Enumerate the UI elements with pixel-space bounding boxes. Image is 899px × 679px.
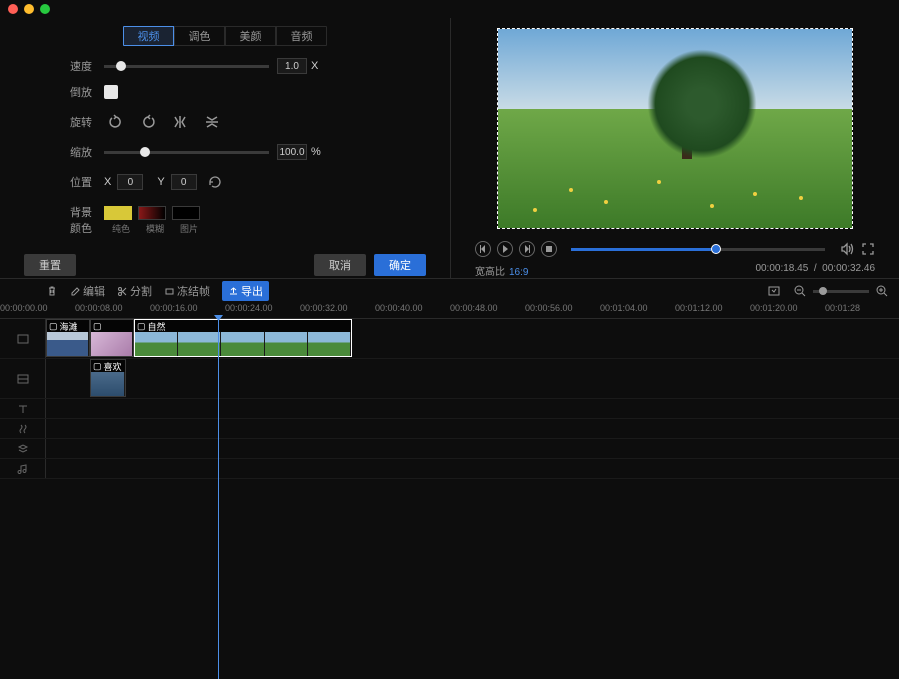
music-track-icon[interactable] (0, 459, 46, 478)
stop-button[interactable] (541, 241, 557, 257)
pos-y-label: Y (157, 176, 164, 188)
tab-beauty[interactable]: 美颜 (225, 26, 276, 46)
ruler-tick: 00:00:24.00 (225, 303, 273, 313)
prev-frame-button[interactable] (475, 241, 491, 257)
pos-x-label: X (104, 176, 111, 188)
ruler-tick: 00:00:40.00 (375, 303, 423, 313)
zoom-out-icon[interactable] (793, 284, 807, 298)
reset-position-icon[interactable] (203, 170, 227, 194)
ruler-tick: 00:01:04.00 (600, 303, 648, 313)
audio-track-icon[interactable] (0, 359, 46, 398)
rotate-label: 旋转 (60, 114, 92, 130)
effect-track-icon[interactable] (0, 419, 46, 438)
zoom-slider[interactable] (813, 290, 869, 293)
ratio-value: 16:9 (509, 267, 528, 278)
tab-color[interactable]: 调色 (174, 26, 225, 46)
ruler-tick: 00:00:08.00 (75, 303, 123, 313)
clip-sea[interactable]: ▢海滩 (46, 319, 90, 357)
ruler-tick: 00:01:28 (825, 303, 860, 313)
flip-vertical-icon[interactable] (200, 110, 224, 134)
window-controls[interactable] (8, 4, 50, 14)
ruler-tick: 00:00:32.00 (300, 303, 348, 313)
tracks: ▢海滩 ▢ ▢自然 ▢喜欢 (0, 319, 899, 479)
scale-input[interactable] (277, 144, 307, 160)
flip-horizontal-icon[interactable] (168, 110, 192, 134)
reset-button[interactable]: 重置 (24, 254, 76, 276)
fullscreen-icon[interactable] (861, 242, 875, 256)
next-frame-button[interactable] (519, 241, 535, 257)
ruler-tick: 00:00:00.00 (0, 303, 48, 313)
pos-y-input[interactable] (171, 174, 197, 190)
video-track-icon[interactable] (0, 319, 46, 358)
time-sep: / (814, 263, 817, 274)
layer-track-icon[interactable] (0, 439, 46, 458)
scale-slider[interactable] (104, 151, 269, 154)
speed-input[interactable] (277, 58, 307, 74)
playhead[interactable] (218, 319, 219, 679)
time-total: 00:00:32.46 (822, 263, 875, 274)
bg-image-swatch[interactable]: 图片 (172, 206, 206, 235)
reverse-label: 倒放 (60, 84, 92, 100)
ok-button[interactable]: 确定 (374, 254, 426, 276)
clip-nature[interactable]: ▢自然 (134, 319, 352, 357)
progress-bar[interactable] (571, 248, 825, 251)
pos-x-input[interactable] (117, 174, 143, 190)
time-current: 00:00:18.45 (755, 263, 808, 274)
preview-frame[interactable] (497, 28, 853, 229)
close-window[interactable] (8, 4, 18, 14)
export-tool[interactable]: 导出 (222, 281, 269, 301)
minimize-window[interactable] (24, 4, 34, 14)
freeze-tool[interactable]: 冻结帧 (164, 283, 210, 299)
rotate-ccw-icon[interactable] (104, 110, 128, 134)
tab-bar: 视频 调色 美颜 音频 (12, 26, 438, 46)
ruler-tick: 00:00:16.00 (150, 303, 198, 313)
tab-audio[interactable]: 音频 (276, 26, 327, 46)
tab-video[interactable]: 视频 (123, 26, 174, 46)
timeline-region: 编辑 分割 冻结帧 导出 00:00:00.0000:00:08.0000:00… (0, 278, 899, 479)
reverse-checkbox[interactable] (104, 85, 118, 99)
clip-flower[interactable]: ▢ (90, 319, 134, 357)
play-button[interactable] (497, 241, 513, 257)
ruler-tick: 00:00:56.00 (525, 303, 573, 313)
edit-tool[interactable]: 编辑 (70, 283, 105, 299)
ruler-tick: 00:00:48.00 (450, 303, 498, 313)
bg-solid-swatch[interactable]: 纯色 (104, 206, 138, 235)
edit-panel: 视频 调色 美颜 音频 速度 X 倒放 旋转 缩放 (0, 18, 451, 278)
rotate-cw-icon[interactable] (136, 110, 160, 134)
bg-blur-swatch[interactable]: 模糊 (138, 206, 172, 235)
ruler-tick: 00:01:20.00 (750, 303, 798, 313)
fit-timeline-icon[interactable] (767, 284, 781, 298)
text-track-icon[interactable] (0, 399, 46, 418)
scale-label: 缩放 (60, 144, 92, 160)
cancel-button[interactable]: 取消 (314, 254, 366, 276)
ratio-label: 宽高比 (475, 267, 505, 278)
volume-icon[interactable] (839, 241, 855, 257)
maximize-window[interactable] (40, 4, 50, 14)
bg-blur-label: 模糊 (146, 222, 164, 235)
split-tool[interactable]: 分割 (117, 283, 152, 299)
timeline-ruler[interactable]: 00:00:00.00 00:00:08.00 00:00:16.00 00:00:2… (0, 303, 899, 319)
ruler-tick: 00:01:12.00 (675, 303, 723, 313)
preview-panel: 宽高比 16:9 00:00:18.45 / 00:00:32.46 (451, 18, 899, 278)
speed-label: 速度 (60, 58, 92, 74)
bg-label: 背景颜色 (60, 204, 92, 236)
speed-slider[interactable] (104, 65, 269, 68)
delete-tool[interactable] (46, 285, 58, 297)
bg-image-label: 图片 (180, 222, 198, 235)
speed-unit: X (311, 60, 318, 72)
bg-solid-label: 纯色 (112, 222, 130, 235)
scale-unit: % (311, 146, 321, 158)
clip-favorite[interactable]: ▢喜欢 (90, 359, 126, 397)
zoom-in-icon[interactable] (875, 284, 889, 298)
position-label: 位置 (60, 174, 92, 190)
